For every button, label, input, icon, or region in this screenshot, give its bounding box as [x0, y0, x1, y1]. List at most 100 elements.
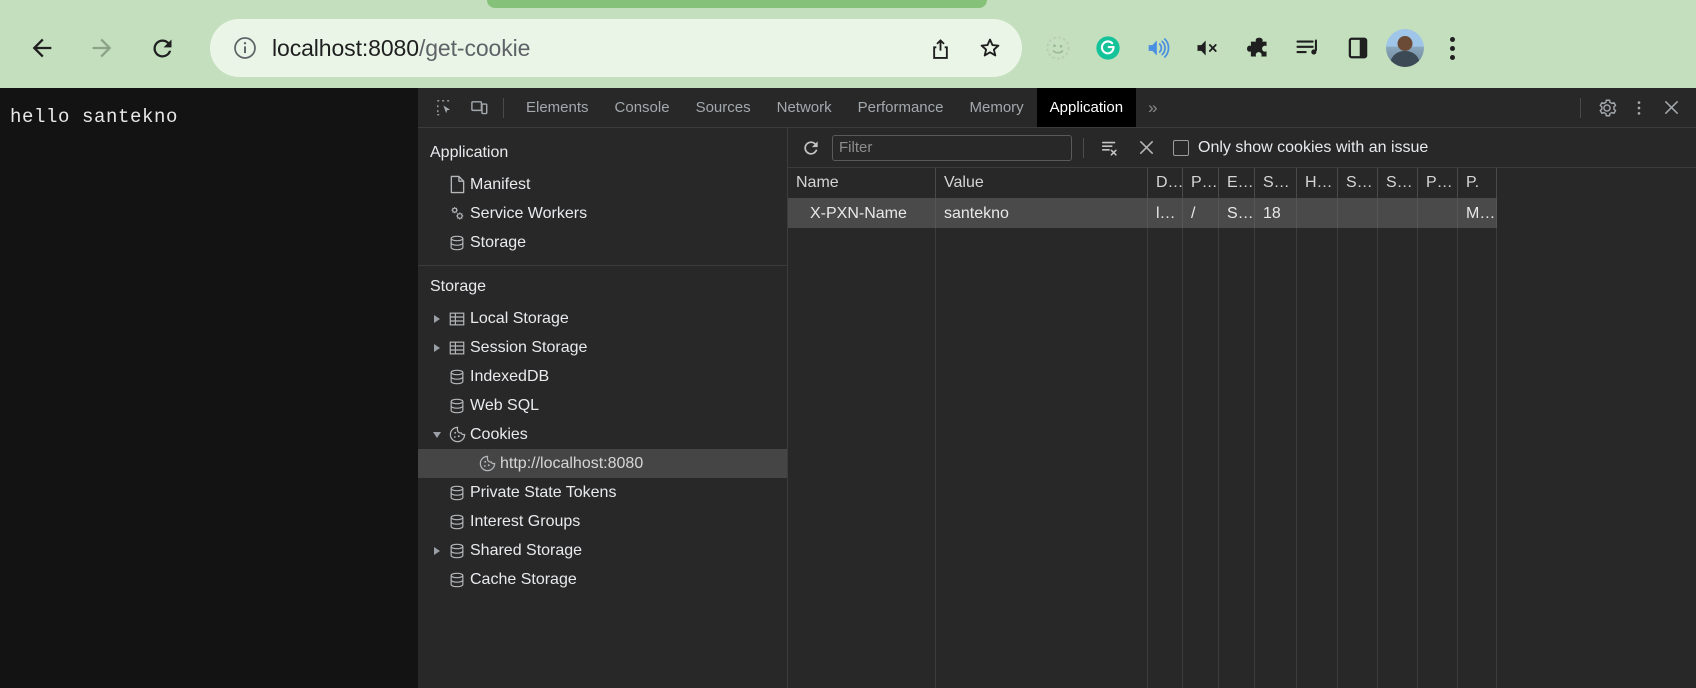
tab-application[interactable]: Application: [1036, 88, 1137, 127]
sidebar-item-cookie-origin[interactable]: http://localhost:8080: [418, 449, 787, 478]
clear-all-cookies-button[interactable]: [1095, 133, 1125, 163]
back-button[interactable]: [16, 22, 68, 74]
sidebar-item-cache-storage[interactable]: Cache Storage: [418, 565, 787, 594]
more-tabs-button[interactable]: »: [1136, 88, 1167, 127]
tab-network[interactable]: Network: [764, 88, 845, 127]
sidebar-item-indexeddb[interactable]: IndexedDB: [418, 362, 787, 391]
cell-samesite[interactable]: [1378, 199, 1418, 228]
settings-button[interactable]: [1592, 93, 1622, 123]
filter-input[interactable]: [832, 134, 1072, 161]
device-toolbar-icon: [470, 101, 487, 115]
table-grid-icon: [444, 310, 470, 328]
sidebar-item-label: http://localhost:8080: [500, 454, 644, 472]
sidebar-item-label: IndexedDB: [470, 367, 550, 385]
toolbar-divider: [503, 97, 504, 118]
cell-priority[interactable]: M…: [1458, 199, 1497, 228]
share-button[interactable]: [918, 26, 962, 70]
tab-elements[interactable]: Elements: [513, 88, 602, 127]
cell-name[interactable]: X-PXN-Name: [788, 199, 936, 228]
puzzle-extensions-icon[interactable]: [1236, 26, 1280, 70]
more-options-icon: [1637, 100, 1641, 115]
cell-size[interactable]: 18: [1255, 199, 1297, 228]
tab-sources[interactable]: Sources: [683, 88, 764, 127]
section-title-storage: Storage: [430, 278, 487, 295]
filler-cell: [936, 228, 1148, 688]
cell-path[interactable]: /: [1183, 199, 1219, 228]
cell-secure[interactable]: [1338, 199, 1378, 228]
table-header-row: Name Value D… P… E… S… H… S… S… P… P.: [788, 168, 1696, 199]
clear-all-cookies-icon: [1101, 141, 1117, 156]
close-devtools-button[interactable]: [1656, 93, 1686, 123]
column-header-secure[interactable]: S…: [1338, 168, 1378, 199]
column-header-priority[interactable]: P.: [1458, 168, 1497, 199]
sidebar-item-service-workers[interactable]: Service Workers: [418, 199, 787, 228]
sidebar-item-storage[interactable]: Storage: [418, 228, 787, 257]
avatar[interactable]: [1386, 29, 1424, 67]
sidebar-item-shared-storage[interactable]: Shared Storage: [418, 536, 787, 565]
cell-httponly[interactable]: [1297, 199, 1338, 228]
cell-expires[interactable]: S…: [1219, 199, 1255, 228]
bookmark-button[interactable]: [968, 26, 1012, 70]
only-issues-toggle[interactable]: Only show cookies with an issue: [1173, 139, 1428, 157]
sidebar-item-manifest[interactable]: Manifest: [418, 170, 787, 199]
inspect-element-button[interactable]: [430, 93, 460, 123]
table-row[interactable]: X-PXN-Name santekno l… / S… 18 M…: [788, 199, 1696, 228]
sidebar-item-local-storage[interactable]: Local Storage: [418, 304, 787, 333]
cell-value[interactable]: santekno: [936, 199, 1148, 228]
grammarly-icon[interactable]: [1086, 26, 1130, 70]
device-toolbar-button[interactable]: [464, 93, 494, 123]
only-issues-label: Only show cookies with an issue: [1198, 138, 1429, 156]
smiley-tracker-icon[interactable]: [1036, 26, 1080, 70]
manifest-file-icon: [444, 175, 470, 194]
reload-button[interactable]: [136, 22, 188, 74]
column-header-samesite[interactable]: S…: [1378, 168, 1418, 199]
address-bar-text[interactable]: localhost:8080/get-cookie: [272, 35, 530, 62]
twisty-closed[interactable]: [430, 343, 444, 352]
devtools-menu-button[interactable]: [1624, 93, 1654, 123]
playlist-music-icon[interactable]: [1286, 26, 1330, 70]
column-header-expires[interactable]: E…: [1219, 168, 1255, 199]
active-tab-stub[interactable]: [487, 0, 987, 8]
sidebar-item-cookies[interactable]: Cookies: [418, 420, 787, 449]
refresh-cookies-button[interactable]: [796, 133, 826, 163]
tab-console[interactable]: Console: [602, 88, 683, 127]
column-header-httponly[interactable]: H…: [1297, 168, 1338, 199]
volume-mute-icon[interactable]: [1186, 26, 1230, 70]
address-bar[interactable]: localhost:8080/get-cookie: [210, 19, 1022, 77]
info-circle-icon[interactable]: [232, 35, 258, 61]
column-header-size[interactable]: S…: [1255, 168, 1297, 199]
sidebar-section-storage: Storage Local Storage Session Storage In…: [418, 266, 787, 602]
tab-performance[interactable]: Performance: [845, 88, 957, 127]
tab-memory[interactable]: Memory: [957, 88, 1037, 127]
twisty-closed[interactable]: [430, 546, 444, 555]
side-panel-icon[interactable]: [1336, 26, 1380, 70]
sidebar-item-label: Private State Tokens: [470, 483, 617, 501]
column-header-path[interactable]: P…: [1183, 168, 1219, 199]
column-header-value[interactable]: Value: [936, 168, 1148, 199]
sidebar-item-web-sql[interactable]: Web SQL: [418, 391, 787, 420]
sidebar-section-application: Application Manifest Service Workers Sto…: [418, 132, 787, 266]
chrome-menu-button[interactable]: [1430, 26, 1474, 70]
twisty-open[interactable]: [430, 431, 444, 438]
column-header-domain[interactable]: D…: [1148, 168, 1183, 199]
sidebar-item-session-storage[interactable]: Session Storage: [418, 333, 787, 362]
column-header-name[interactable]: Name: [788, 168, 936, 199]
cell-domain[interactable]: l…: [1148, 199, 1183, 228]
sidebar-item-private-state-tokens[interactable]: Private State Tokens: [418, 478, 787, 507]
sidebar-item-label: Cookies: [470, 425, 528, 443]
twisty-closed[interactable]: [430, 314, 444, 323]
sidebar-item-interest-groups[interactable]: Interest Groups: [418, 507, 787, 536]
column-header-partition-key[interactable]: P…: [1418, 168, 1458, 199]
database-icon: [444, 484, 470, 502]
volume-on-icon[interactable]: [1136, 26, 1180, 70]
devtools-tab-list: Elements Console Sources Network Perform…: [513, 88, 1137, 127]
filler-cell: [1458, 228, 1497, 688]
share-icon: [932, 38, 948, 59]
service-workers-gears-icon: [444, 204, 470, 223]
only-issues-checkbox[interactable]: [1173, 139, 1189, 156]
database-icon: [444, 542, 470, 560]
cell-partition-key[interactable]: [1418, 199, 1458, 228]
filler-cell: [1378, 228, 1418, 688]
clear-filtered-cookies-button[interactable]: [1131, 133, 1161, 163]
forward-button[interactable]: [76, 22, 128, 74]
